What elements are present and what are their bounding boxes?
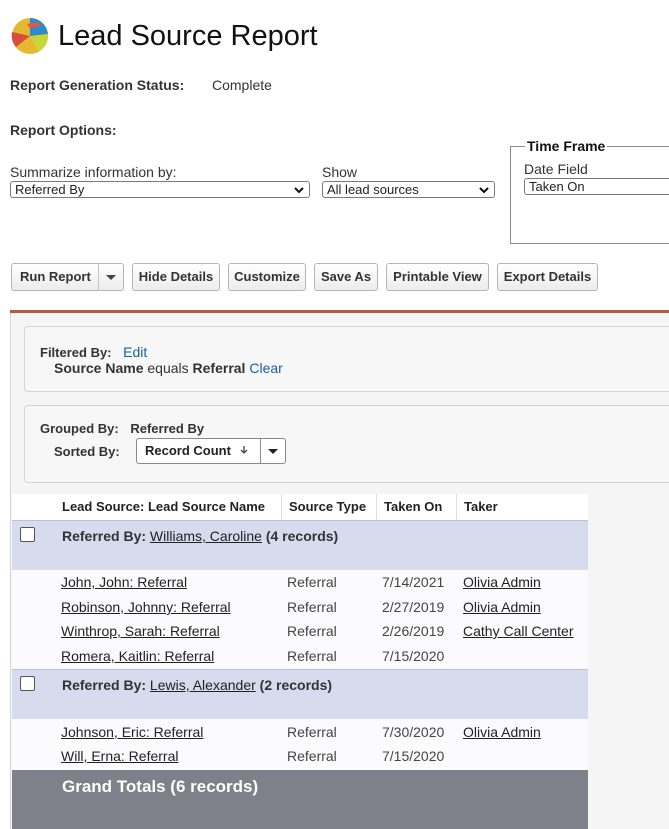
column-header-taker[interactable]: Taker — [464, 499, 498, 514]
grouping-panel: Grouped By: Referred By Sorted By: — [24, 405, 669, 483]
sort-by-button[interactable]: Record Count — [136, 438, 286, 464]
printable-view-button[interactable]: Printable View — [386, 263, 489, 291]
lead-source-link[interactable]: Robinson, Johnny: Referral — [61, 599, 231, 615]
save-as-button[interactable]: Save As — [314, 263, 378, 291]
group-name-link[interactable]: Lewis, Alexander — [150, 677, 256, 693]
group-label: Referred By: Williams, Caroline (4 recor… — [62, 528, 339, 544]
table-row: Johnson, Eric: Referral Referral 7/30/20… — [12, 721, 588, 745]
lead-source-link[interactable]: Will, Erna: Referral — [61, 748, 178, 764]
sorted-by-label: Sorted By: — [54, 444, 120, 459]
source-type: Referral — [287, 623, 337, 639]
filter-operator: equals — [147, 360, 189, 376]
caret-down-icon — [106, 275, 116, 280]
group-checkbox[interactable] — [20, 676, 35, 691]
group-name-link[interactable]: Williams, Caroline — [150, 528, 262, 544]
summarize-label: Summarize information by: — [10, 164, 177, 180]
show-select[interactable]: All lead sources — [322, 181, 495, 198]
group-row: Referred By: Lewis, Alexander (2 records… — [12, 669, 588, 720]
group-details: John, John: Referral Referral 7/14/2021 … — [12, 570, 588, 669]
taken-on: 2/26/2019 — [382, 623, 445, 639]
time-frame-box: Time Frame Date Field Taken On — [510, 138, 669, 244]
filter-value: Referral — [192, 360, 246, 376]
time-frame-legend: Time Frame — [525, 138, 608, 154]
source-type: Referral — [287, 599, 337, 615]
date-field-label: Date Field — [524, 161, 588, 177]
table-row: Romera, Kaitlin: Referral Referral 7/15/… — [12, 645, 588, 669]
group-details: Johnson, Eric: Referral Referral 7/30/20… — [12, 719, 588, 770]
show-label: Show — [322, 164, 358, 180]
lead-source-link[interactable]: Romera, Kaitlin: Referral — [61, 648, 214, 664]
source-type: Referral — [287, 724, 337, 740]
grand-totals-label: Grand Totals (6 records) — [62, 777, 259, 796]
customize-button[interactable]: Customize — [228, 263, 306, 291]
group-row: Referred By: Williams, Caroline (4 recor… — [12, 520, 588, 571]
sort-down-arrow-icon — [240, 446, 248, 454]
taker-link[interactable]: Olivia Admin — [463, 724, 541, 740]
report-options-label: Report Options: — [10, 122, 117, 138]
date-field-select[interactable]: Taken On — [524, 178, 669, 195]
summarize-select-value: Referred By — [15, 182, 85, 197]
lead-source-link[interactable]: John, John: Referral — [61, 574, 187, 590]
taken-on: 7/30/2020 — [382, 724, 445, 740]
lead-source-link[interactable]: Johnson, Eric: Referral — [61, 724, 203, 740]
table-row: John, John: Referral Referral 7/14/2021 … — [12, 571, 588, 595]
sort-by-value: Record Count — [145, 443, 231, 458]
table-row: Will, Erna: Referral Referral 7/15/2020 — [12, 745, 588, 769]
source-type: Referral — [287, 574, 337, 590]
column-header-taken-on[interactable]: Taken On — [384, 499, 442, 514]
table-header: Lead Source: Lead Source Name Source Typ… — [12, 494, 588, 521]
grand-totals-row: Grand Totals (6 records) — [12, 770, 588, 829]
report-table: Lead Source: Lead Source Name Source Typ… — [12, 494, 588, 829]
grouped-by-value: Referred By — [130, 421, 205, 436]
group-label: Referred By: Lewis, Alexander (2 records… — [62, 677, 333, 693]
hide-details-button[interactable]: Hide Details — [132, 263, 220, 291]
date-field-value: Taken On — [529, 179, 585, 194]
taker-link[interactable]: Olivia Admin — [463, 599, 541, 615]
show-select-value: All lead sources — [327, 182, 419, 197]
group-checkbox[interactable] — [20, 527, 35, 542]
lead-source-link[interactable]: Winthrop, Sarah: Referral — [61, 623, 220, 639]
taken-on: 7/14/2021 — [382, 574, 445, 590]
column-header-source-type[interactable]: Source Type — [289, 499, 366, 514]
run-report-button[interactable]: Run Report — [11, 263, 124, 291]
filter-field: Source Name — [54, 360, 144, 376]
report-logo-icon — [10, 16, 50, 56]
taker-link[interactable]: Cathy Call Center — [463, 623, 574, 639]
sort-menu-button[interactable] — [260, 439, 285, 463]
summarize-select[interactable]: Referred By — [10, 181, 310, 198]
table-row: Robinson, Johnny: Referral Referral 2/27… — [12, 596, 588, 620]
export-details-button[interactable]: Export Details — [497, 263, 598, 291]
status-value: Complete — [212, 77, 272, 93]
taken-on: 7/15/2020 — [382, 648, 445, 664]
filter-clear-link[interactable]: Clear — [249, 360, 282, 376]
run-report-menu-button[interactable] — [98, 264, 123, 290]
status-label: Report Generation Status: — [10, 77, 185, 93]
column-header-lead-source[interactable]: Lead Source: Lead Source Name — [62, 499, 265, 514]
filter-panel: Filtered By: Edit Source Name equals Ref… — [24, 326, 669, 392]
page-title: Lead Source Report — [58, 20, 318, 52]
run-report-label: Run Report — [20, 269, 91, 284]
table-row: Winthrop, Sarah: Referral Referral 2/26/… — [12, 620, 588, 644]
taken-on: 7/15/2020 — [382, 748, 445, 764]
taken-on: 2/27/2019 — [382, 599, 445, 615]
chevron-down-icon — [479, 187, 489, 194]
filter-edit-link[interactable]: Edit — [123, 344, 147, 360]
taker-link[interactable]: Olivia Admin — [463, 574, 541, 590]
caret-down-icon — [268, 449, 278, 454]
source-type: Referral — [287, 648, 337, 664]
source-type: Referral — [287, 748, 337, 764]
chevron-down-icon — [294, 187, 304, 194]
filter-label: Filtered By: — [40, 345, 112, 360]
grouped-by-label: Grouped By: — [40, 421, 119, 436]
